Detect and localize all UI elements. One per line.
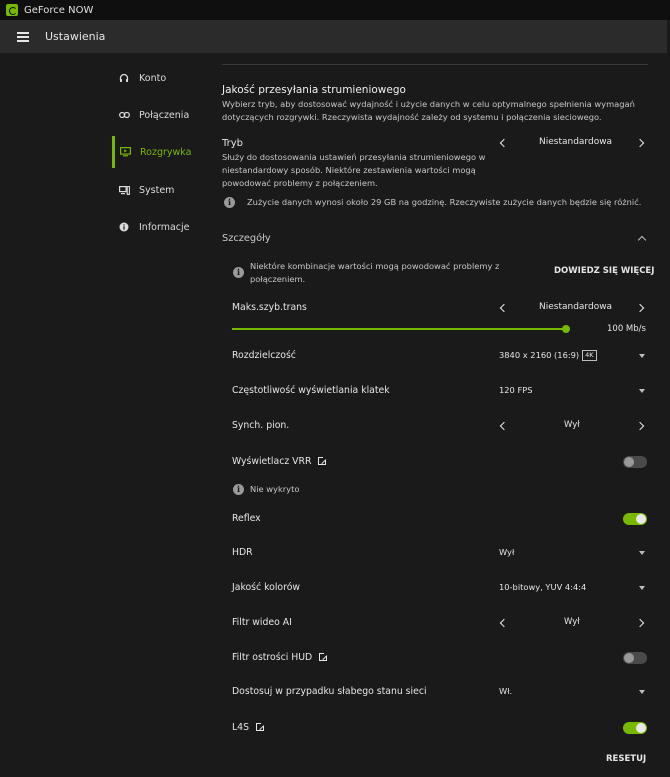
app-header: Ustawienia bbox=[0, 20, 667, 53]
data-usage-note: Zużycie danych wynosi około 29 GB na god… bbox=[247, 197, 642, 207]
l4s-label-text: L4S bbox=[232, 722, 249, 733]
sidebar-item-informacje[interactable]: Informacje bbox=[112, 211, 200, 243]
hdr-dropdown-value[interactable]: Wył bbox=[499, 547, 514, 557]
vsync-label: Synch. pion. bbox=[232, 420, 290, 431]
hamburger-menu-icon[interactable] bbox=[17, 32, 29, 42]
max-bitrate-prev-chevron-icon[interactable] bbox=[499, 303, 509, 313]
vsync-prev-chevron-icon[interactable] bbox=[499, 421, 509, 431]
frame-rate-caret-icon[interactable] bbox=[639, 389, 645, 393]
nvidia-logo-icon bbox=[6, 4, 18, 16]
external-link-icon[interactable] bbox=[318, 456, 328, 465]
color-quality-caret-icon[interactable] bbox=[639, 586, 645, 590]
details-warning-2: połączeniem. bbox=[250, 274, 306, 284]
max-bitrate-slider[interactable] bbox=[232, 325, 570, 333]
ai-filter-label: Filtr wideo AI bbox=[232, 617, 292, 628]
resolution-value: 3840 x 2160 (16:9) bbox=[499, 350, 580, 360]
section-divider bbox=[222, 64, 648, 65]
hud-filter-label: Filtr ostrości HUD bbox=[232, 652, 329, 663]
resolution-dropdown[interactable]: 3840 x 2160 (16:9) 4K bbox=[499, 350, 597, 361]
resolution-caret-icon[interactable] bbox=[639, 354, 645, 358]
sidebar-item-label: Informacje bbox=[139, 221, 190, 233]
ai-filter-prev-chevron-icon[interactable] bbox=[499, 618, 509, 628]
window-titlebar: GeForce NOW bbox=[0, 0, 670, 20]
vsync-next-chevron-icon[interactable] bbox=[635, 421, 645, 431]
toggle-knob bbox=[636, 723, 646, 733]
details-title: Szczegóły bbox=[222, 233, 271, 244]
vrr-info-icon: i bbox=[233, 484, 244, 495]
mode-value: Niestandardowa bbox=[539, 137, 613, 147]
toggle-knob bbox=[624, 653, 634, 663]
l4s-toggle[interactable] bbox=[623, 722, 647, 734]
max-bitrate-readout: 100 Mb/s bbox=[607, 324, 646, 334]
poor-network-caret-icon[interactable] bbox=[639, 690, 645, 694]
stream-quality-desc-2: dotyczących rozgrywki. Rzeczywista wydaj… bbox=[222, 112, 602, 122]
vrr-label-text: Wyświetlacz VRR bbox=[232, 456, 312, 467]
sidebar-item-label: System bbox=[139, 184, 175, 196]
stream-quality-desc-1: Wybierz tryb, aby dostosować wydajność i… bbox=[222, 99, 635, 109]
frame-rate-dropdown-value[interactable]: 120 FPS bbox=[499, 385, 533, 395]
max-bitrate-slider-knob[interactable] bbox=[562, 325, 570, 333]
hud-filter-toggle[interactable] bbox=[623, 652, 647, 664]
toggle-knob bbox=[636, 514, 646, 524]
hdr-caret-icon[interactable] bbox=[639, 551, 645, 555]
mode-desc-1: Służy do dostosowania ustawień przesyłan… bbox=[222, 152, 486, 162]
sidebar-item-polaczenia[interactable]: Połączenia bbox=[112, 99, 200, 131]
poor-network-dropdown-value[interactable]: Wł. bbox=[499, 686, 512, 696]
computer-icon bbox=[118, 184, 130, 196]
max-bitrate-slider-fill bbox=[232, 328, 566, 330]
monitor-play-icon bbox=[119, 146, 131, 158]
warning-info-icon: i bbox=[233, 267, 244, 278]
reflex-toggle[interactable] bbox=[623, 513, 647, 525]
sidebar-item-label: Konto bbox=[139, 72, 167, 84]
external-link-icon[interactable] bbox=[256, 722, 265, 731]
external-link-icon[interactable] bbox=[319, 652, 329, 661]
mode-next-chevron-icon[interactable] bbox=[635, 138, 645, 148]
max-bitrate-value: Niestandardowa bbox=[539, 302, 613, 312]
mode-label: Tryb bbox=[222, 138, 244, 149]
collapse-chevron-icon[interactable] bbox=[637, 235, 647, 245]
l4s-label: L4S bbox=[232, 722, 265, 733]
mode-prev-chevron-icon[interactable] bbox=[499, 138, 509, 148]
info-circle-icon: i bbox=[224, 197, 235, 208]
hud-filter-label-text: Filtr ostrości HUD bbox=[232, 652, 313, 663]
vsync-value: Wył bbox=[564, 420, 580, 430]
reflex-label: Reflex bbox=[232, 513, 261, 524]
ai-filter-value: Wył bbox=[564, 617, 580, 627]
resolution-label: Rozdzielczość bbox=[232, 350, 296, 361]
stream-quality-title: Jakość przesyłania strumieniowego bbox=[222, 84, 406, 96]
max-bitrate-label: Maks.szyb.trans bbox=[232, 302, 307, 313]
info-icon bbox=[118, 221, 130, 233]
color-quality-dropdown-value[interactable]: 10-bitowy, YUV 4:4:4 bbox=[499, 582, 586, 592]
sidebar-item-system[interactable]: System bbox=[112, 174, 200, 206]
page-title: Ustawienia bbox=[45, 30, 106, 43]
vrr-label: Wyświetlacz VRR bbox=[232, 456, 328, 467]
hdr-label: HDR bbox=[232, 547, 253, 558]
sidebar-item-rozgrywka[interactable]: Rozgrywka bbox=[112, 136, 200, 168]
toggle-knob bbox=[624, 457, 634, 467]
headset-icon bbox=[118, 72, 130, 84]
sidebar: Konto Połączenia Rozgrywka System Inform… bbox=[0, 53, 200, 777]
link-icon bbox=[118, 109, 130, 121]
sidebar-item-label: Rozgrywka bbox=[140, 146, 192, 158]
frame-rate-label: Częstotliwość wyświetlania klatek bbox=[232, 385, 390, 396]
mode-desc-2: niestandardowy sposób. Niektóre zestawie… bbox=[222, 165, 476, 175]
reset-button[interactable]: RESETUJ bbox=[606, 754, 646, 764]
mode-desc-3: powodować problemy z połączeniem. bbox=[222, 178, 378, 188]
resolution-4k-badge: 4K bbox=[582, 350, 597, 361]
learn-more-link[interactable]: DOWIEDZ SIĘ WIĘCEJ bbox=[554, 266, 654, 276]
vrr-note: Nie wykryto bbox=[250, 484, 300, 494]
vrr-toggle[interactable] bbox=[623, 456, 647, 468]
max-bitrate-next-chevron-icon[interactable] bbox=[635, 303, 645, 313]
details-warning-1: Niektóre kombinacje wartości mogą powodo… bbox=[250, 261, 500, 271]
window-title: GeForce NOW bbox=[24, 4, 94, 16]
color-quality-label: Jakość kolorów bbox=[232, 582, 301, 593]
ai-filter-next-chevron-icon[interactable] bbox=[635, 618, 645, 628]
sidebar-item-konto[interactable]: Konto bbox=[112, 62, 200, 94]
sidebar-item-label: Połączenia bbox=[139, 109, 190, 121]
poor-network-label: Dostosuj w przypadku słabego stanu sieci bbox=[232, 686, 427, 697]
